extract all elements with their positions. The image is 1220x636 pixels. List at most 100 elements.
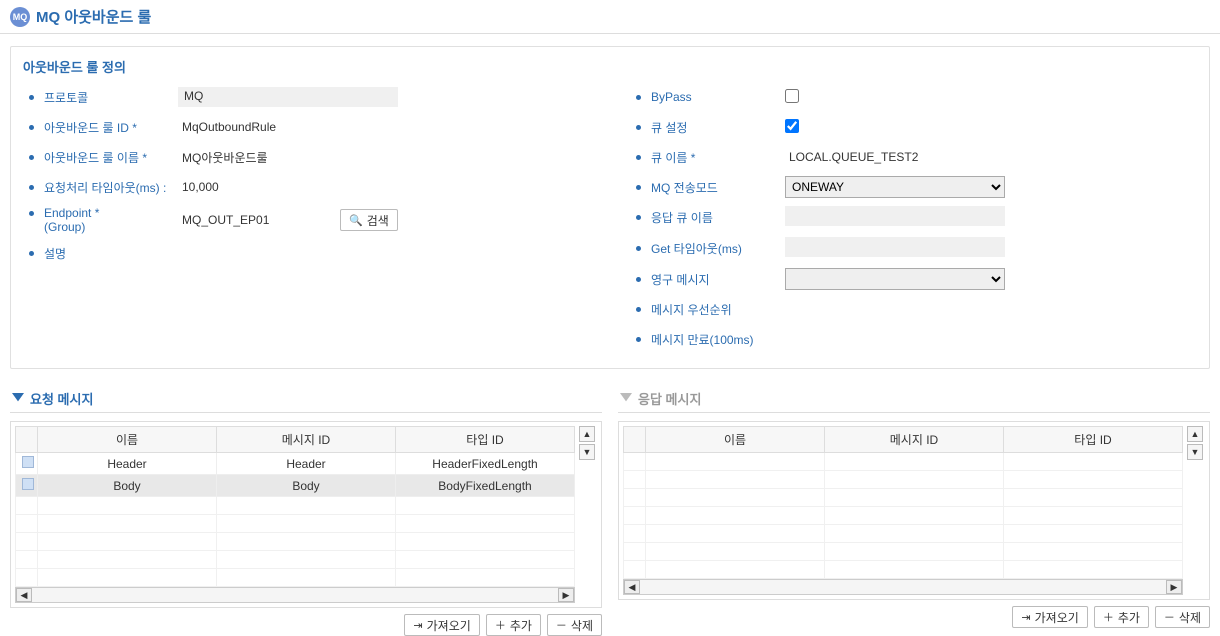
col-header-type-id[interactable]: 타입 ID xyxy=(1004,427,1183,453)
get-timeout-label: Get 타임아웃(ms) xyxy=(651,240,742,257)
cell-name: Body xyxy=(38,475,217,497)
move-down-button[interactable]: ▼ xyxy=(1187,444,1203,460)
queue-cfg-checkbox[interactable] xyxy=(785,119,799,133)
bullet-icon xyxy=(636,337,641,342)
scroll-left-icon[interactable]: ◀ xyxy=(16,588,32,602)
resp-queue-value xyxy=(785,206,1005,226)
collapse-toggle-icon[interactable] xyxy=(620,393,632,405)
minus-icon: － xyxy=(556,617,567,633)
resp-queue-label: 응답 큐 이름 xyxy=(651,209,713,226)
horizontal-scrollbar[interactable]: ◀ ▶ xyxy=(15,587,575,603)
remove-label: 삭제 xyxy=(571,617,593,634)
rule-id-label: 아웃바운드 룰 ID * xyxy=(44,119,137,136)
response-message-table: 이름 메시지 ID 타입 ID xyxy=(623,426,1183,579)
move-down-button[interactable]: ▼ xyxy=(579,444,595,460)
plus-icon: ＋ xyxy=(1103,609,1114,625)
bypass-checkbox[interactable] xyxy=(785,89,799,103)
add-button[interactable]: ＋추가 xyxy=(1094,606,1149,628)
add-button[interactable]: ＋추가 xyxy=(486,614,541,636)
table-row-empty xyxy=(624,489,1183,507)
remove-label: 삭제 xyxy=(1179,609,1201,626)
import-label: 가져오기 xyxy=(427,617,471,634)
table-row[interactable]: BodyBodyBodyFixedLength xyxy=(16,475,575,497)
bullet-icon xyxy=(636,185,641,190)
response-message-section: 응답 메시지 이름 메시지 ID 타입 ID xyxy=(618,385,1210,636)
import-icon: ⇥ xyxy=(413,619,422,632)
table-row-empty xyxy=(624,471,1183,489)
search-icon: 🔍 xyxy=(349,214,363,227)
rule-name-label: 아웃바운드 룰 이름 * xyxy=(44,149,147,166)
bullet-icon xyxy=(29,95,34,100)
protocol-value: MQ xyxy=(178,87,398,107)
section-title: 아웃바운드 룰 정의 xyxy=(23,57,1197,76)
get-timeout-value xyxy=(785,237,1005,257)
col-header-msg-id[interactable]: 메시지 ID xyxy=(217,427,396,453)
form-left-column: 프로토콜 MQ 아웃바운드 룰 ID * MqOutboundRule 아웃바운… xyxy=(23,86,590,358)
table-row[interactable]: HeaderHeaderHeaderFixedLength xyxy=(16,453,575,475)
timeout-value: 10,000 xyxy=(178,178,378,196)
request-message-section: 요청 메시지 이름 메시지 ID 타입 ID HeaderHeaderHeade… xyxy=(10,385,602,636)
cell-msg-id: Header xyxy=(217,453,396,475)
msg-priority-label: 메시지 우선순위 xyxy=(651,301,732,318)
mq-mode-select[interactable]: ONEWAY xyxy=(785,176,1005,198)
scroll-right-icon[interactable]: ▶ xyxy=(1166,580,1182,594)
move-up-button[interactable]: ▲ xyxy=(579,426,595,442)
move-up-button[interactable]: ▲ xyxy=(1187,426,1203,442)
table-row-empty xyxy=(16,569,575,587)
table-row-empty xyxy=(16,551,575,569)
col-header-msg-id[interactable]: 메시지 ID xyxy=(825,427,1004,453)
table-row-empty xyxy=(16,497,575,515)
bullet-icon xyxy=(636,125,641,130)
queue-cfg-label: 큐 설정 xyxy=(651,119,687,136)
bullet-icon xyxy=(29,251,34,256)
collapse-toggle-icon[interactable] xyxy=(12,393,24,405)
desc-label: 설명 xyxy=(44,245,66,262)
msg-expiry-label: 메시지 만료(100ms) xyxy=(651,331,754,348)
queue-name-value: LOCAL.QUEUE_TEST2 xyxy=(785,148,985,166)
table-row-empty xyxy=(16,533,575,551)
table-row-empty xyxy=(16,515,575,533)
bullet-icon xyxy=(29,211,34,216)
endpoint-search-label: 검색 xyxy=(367,212,389,229)
scroll-right-icon[interactable]: ▶ xyxy=(558,588,574,602)
table-row-empty xyxy=(624,525,1183,543)
add-label: 추가 xyxy=(510,617,532,634)
col-header-icon xyxy=(16,427,38,453)
mq-badge-icon: MQ xyxy=(10,7,30,27)
response-message-title: 응답 메시지 xyxy=(638,389,701,408)
remove-button[interactable]: －삭제 xyxy=(1155,606,1210,628)
col-header-type-id[interactable]: 타입 ID xyxy=(396,427,575,453)
row-icon xyxy=(22,456,34,468)
plus-icon: ＋ xyxy=(495,617,506,633)
table-row-empty xyxy=(624,453,1183,471)
table-row-empty xyxy=(624,543,1183,561)
queue-name-label: 큐 이름 * xyxy=(651,149,695,166)
persist-msg-label: 영구 메시지 xyxy=(651,271,710,288)
cell-name: Header xyxy=(38,453,217,475)
mq-mode-label: MQ 전송모드 xyxy=(651,179,718,196)
bullet-icon xyxy=(636,215,641,220)
request-message-table: 이름 메시지 ID 타입 ID HeaderHeaderHeaderFixedL… xyxy=(15,426,575,587)
horizontal-scrollbar[interactable]: ◀ ▶ xyxy=(623,579,1183,595)
col-header-icon xyxy=(624,427,646,453)
endpoint-search-button[interactable]: 🔍 검색 xyxy=(340,209,398,231)
cell-type-id: BodyFixedLength xyxy=(396,475,575,497)
col-header-name[interactable]: 이름 xyxy=(646,427,825,453)
table-row-empty xyxy=(624,561,1183,579)
bypass-label: ByPass xyxy=(651,90,692,104)
remove-button[interactable]: －삭제 xyxy=(547,614,602,636)
timeout-label: 요청처리 타임아웃(ms) : xyxy=(44,179,166,196)
minus-icon: － xyxy=(1164,609,1175,625)
page-title: MQ 아웃바운드 룰 xyxy=(36,6,151,27)
rule-id-value: MqOutboundRule xyxy=(178,118,378,136)
request-message-title: 요청 메시지 xyxy=(30,389,93,408)
persist-msg-select[interactable] xyxy=(785,268,1005,290)
import-button[interactable]: ⇥ 가져오기 xyxy=(404,614,479,636)
bullet-icon xyxy=(29,155,34,160)
scroll-left-icon[interactable]: ◀ xyxy=(624,580,640,594)
bullet-icon xyxy=(636,307,641,312)
import-button[interactable]: ⇥가져오기 xyxy=(1012,606,1087,628)
page-header: MQ MQ 아웃바운드 룰 xyxy=(0,0,1220,34)
col-header-name[interactable]: 이름 xyxy=(38,427,217,453)
rule-definition-section: 아웃바운드 룰 정의 프로토콜 MQ 아웃바운드 룰 ID * MqOutbou… xyxy=(10,46,1210,369)
